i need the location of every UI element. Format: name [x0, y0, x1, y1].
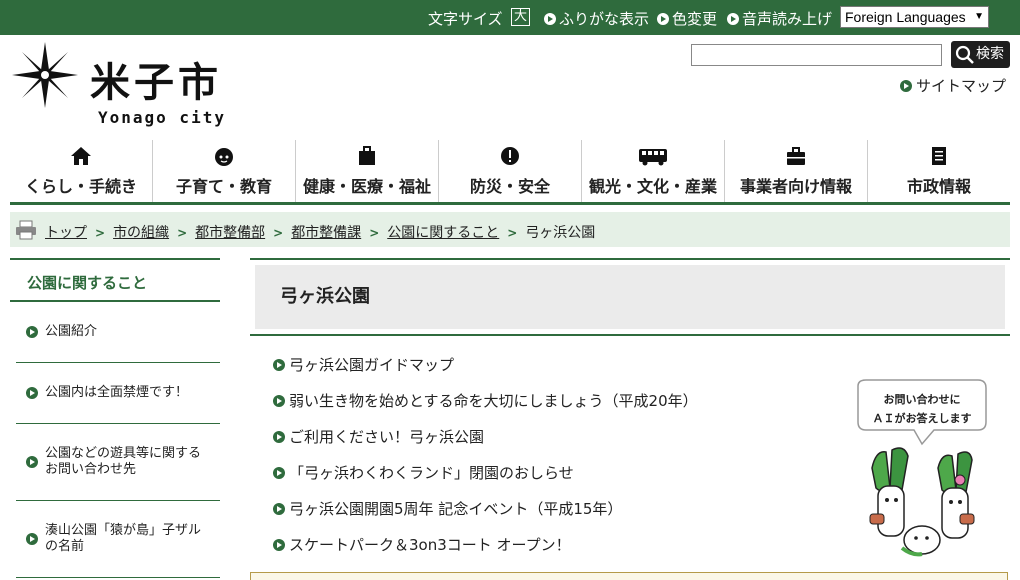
link-list: 弓ヶ浜公園ガイドマップ 弱い生き物を始めとする命を大切にしましょう（平成20年）… [273, 354, 698, 570]
nav-safety[interactable]: 防災・安全 [439, 140, 582, 202]
read-aloud-label: 音声読み上げ [742, 10, 833, 28]
printer-icon[interactable] [15, 220, 37, 240]
chevron-right-icon: > [273, 226, 284, 240]
link-label: ご利用ください！弓ヶ浜公園 [289, 428, 485, 446]
nav-childcare[interactable]: 子育て・教育 [153, 140, 296, 202]
arrow-circle-icon [544, 13, 556, 25]
city-name-sub: Yonago city [98, 108, 226, 127]
breadcrumb-current: 弓ヶ浜公園 [525, 225, 596, 241]
search-input[interactable] [691, 44, 942, 66]
utility-bar: 文字サイズ 大 ふりがな表示 色変更 音声読み上げ Foreign Langua… [0, 0, 1020, 35]
sitemap-label: サイトマップ [916, 77, 1007, 95]
color-change-label: 色変更 [672, 10, 718, 28]
chevron-right-icon: > [507, 226, 518, 240]
arrow-circle-icon [26, 387, 38, 399]
arrow-circle-icon [273, 431, 285, 443]
nav-business[interactable]: 事業者向け情報 [725, 140, 868, 202]
arrow-circle-icon [26, 456, 38, 468]
link-label: 弓ヶ浜公園ガイドマップ [289, 356, 455, 374]
nav-health[interactable]: 健康・医療・福祉 [296, 140, 439, 202]
mascot-bubble-line: お問い合わせに [884, 392, 961, 406]
ai-chat-mascot-button[interactable]: お問い合わせに ＡＩがお答えします [852, 378, 992, 563]
nav-label: 市政情報 [906, 177, 971, 196]
page-title: 弓ヶ浜公園 [255, 265, 1005, 329]
link-label: 「弓ヶ浜わくわくランド」閉園のおしらせ [289, 464, 574, 482]
color-change-link[interactable]: 色変更 [657, 8, 717, 29]
breadcrumb-link[interactable]: 都市整備課 [291, 225, 361, 241]
nav-city-admin[interactable]: 市政情報 [868, 140, 1010, 202]
language-select-value: Foreign Languages [845, 9, 966, 25]
list-item[interactable]: 弓ヶ浜公園開園5周年 記念イベント（平成15年） [273, 498, 698, 534]
sidebar-item[interactable]: 湊山公園「猿が島」子ザルの名前 [16, 501, 220, 578]
link-label: 弱い生き物を始めとする命を大切にしましょう（平成20年） [289, 392, 698, 410]
sidebar-heading: 公園に関すること [10, 258, 220, 302]
global-nav: くらし・手続き 子育て・教育 健康・医療・福祉 防災・安全 観光・文化・産業 事… [10, 140, 1010, 205]
notice-box [250, 572, 1008, 580]
search-button[interactable]: 検索 [951, 41, 1010, 68]
furigana-label: ふりがな表示 [559, 10, 650, 28]
sitemap-link[interactable]: サイトマップ [900, 75, 1006, 96]
nav-tourism[interactable]: 観光・文化・産業 [582, 140, 725, 202]
sidebar-item-label: 公園紹介 [45, 324, 98, 339]
arrow-circle-icon [657, 13, 669, 25]
medical-bag-icon [359, 146, 375, 165]
read-aloud-link[interactable]: 音声読み上げ [727, 8, 832, 29]
list-item[interactable]: スケートパーク＆3on3コート オープン！ [273, 534, 698, 570]
sidebar: 公園に関すること 公園紹介 公園内は全面禁煙です！ 公園などの遊具等に関するお問… [10, 258, 220, 578]
arrow-circle-icon [900, 80, 912, 92]
house-icon [71, 147, 91, 165]
arrow-circle-icon [26, 326, 38, 338]
sidebar-item[interactable]: 公園紹介 [16, 302, 220, 363]
document-icon [932, 147, 946, 165]
link-label: 弓ヶ浜公園開園5周年 記念イベント（平成15年） [289, 500, 623, 518]
breadcrumb-link[interactable]: トップ [45, 225, 87, 241]
list-item[interactable]: 弓ヶ浜公園ガイドマップ [273, 354, 698, 390]
list-item[interactable]: 弱い生き物を始めとする命を大切にしましょう（平成20年） [273, 390, 698, 426]
nav-label: 事業者向け情報 [739, 177, 852, 196]
mascot-bubble-line: ＡＩがお答えします [873, 411, 972, 425]
page-title-frame: 弓ヶ浜公園 [250, 258, 1010, 336]
font-size-label: 文字サイズ [428, 10, 503, 28]
arrow-circle-icon [273, 467, 285, 479]
nav-label: 健康・医療・福祉 [302, 177, 431, 196]
nav-label: 子育て・教育 [175, 177, 272, 196]
arrow-circle-icon [26, 533, 38, 545]
alert-icon [501, 147, 519, 165]
sidebar-item[interactable]: 公園などの遊具等に関するお問い合わせ先 [16, 424, 220, 501]
breadcrumb-link[interactable]: 公園に関すること [387, 225, 499, 241]
nav-label: 防災・安全 [469, 177, 550, 196]
nav-label: くらし・手続き [24, 177, 137, 196]
font-size-large-button[interactable]: 大 [511, 8, 530, 26]
arrow-circle-icon [273, 359, 285, 371]
language-select[interactable]: Foreign Languages ▼ [840, 6, 989, 28]
chevron-down-icon: ▼ [974, 11, 984, 22]
nav-label: 観光・文化・産業 [588, 177, 717, 196]
chevron-right-icon: > [177, 226, 188, 240]
sidebar-item-label: 湊山公園「猿が島」子ザルの名前 [45, 523, 202, 554]
breadcrumb-link[interactable]: 市の組織 [113, 225, 169, 241]
arrow-circle-icon [273, 503, 285, 515]
chevron-right-icon: > [95, 226, 106, 240]
arrow-circle-icon [273, 395, 285, 407]
child-icon [215, 148, 233, 166]
list-item[interactable]: ご利用ください！弓ヶ浜公園 [273, 426, 698, 462]
sidebar-item-label: 公園などの遊具等に関するお問い合わせ先 [45, 446, 202, 477]
chevron-right-icon: > [369, 226, 380, 240]
sidebar-item[interactable]: 公園内は全面禁煙です！ [16, 363, 220, 424]
sidebar-item-label: 公園内は全面禁煙です！ [45, 385, 189, 400]
furigana-link[interactable]: ふりがな表示 [544, 8, 649, 29]
arrow-circle-icon [727, 13, 739, 25]
nav-living[interactable]: くらし・手続き [10, 140, 153, 202]
briefcase-icon [787, 147, 805, 165]
arrow-circle-icon [273, 539, 285, 551]
search-icon [955, 45, 974, 64]
list-item[interactable]: 「弓ヶ浜わくわくランド」閉園のおしらせ [273, 462, 698, 498]
link-label: スケートパーク＆3on3コート オープン！ [289, 536, 571, 554]
breadcrumb-link[interactable]: 都市整備部 [195, 225, 265, 241]
breadcrumb: トップ > 市の組織 > 都市整備部 > 都市整備課 > 公園に関すること > 弓ヶ浜公園 [10, 212, 1010, 247]
search-button-label: 検索 [976, 46, 1004, 62]
bus-icon [639, 149, 667, 166]
city-name-logo[interactable]: 米子市 [90, 50, 222, 108]
city-emblem-logo[interactable] [10, 40, 80, 110]
